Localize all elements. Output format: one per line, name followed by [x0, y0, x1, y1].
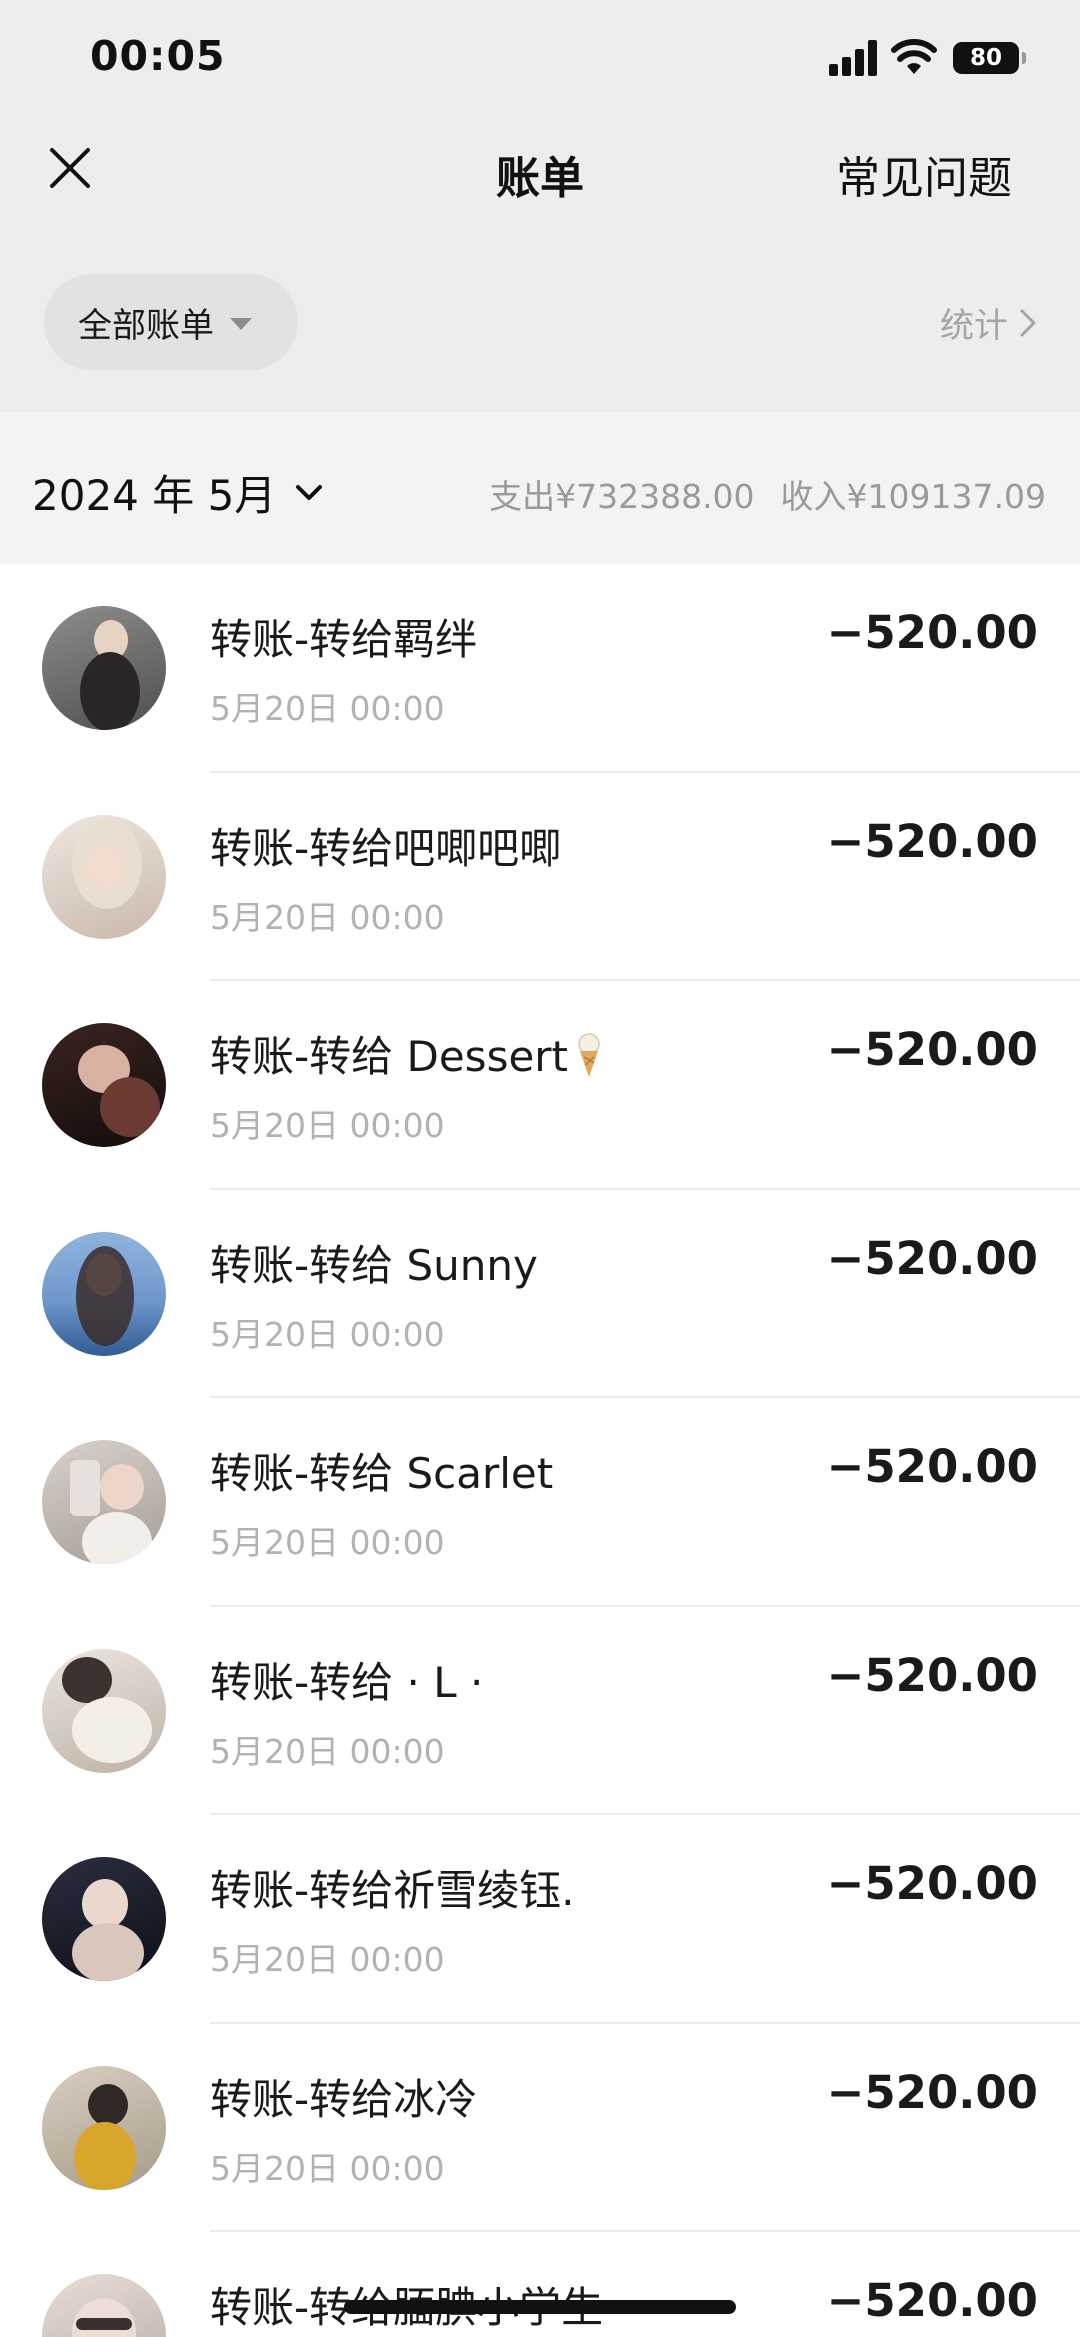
transaction-date: 5月20日 00:00: [210, 1940, 445, 1979]
avatar: [42, 1648, 166, 1773]
transaction-row[interactable]: 转账-转给腼腆小学生 −520.00: [0, 2232, 1080, 2337]
stats-label: 统计: [940, 306, 1008, 346]
transaction-amount: −520.00: [826, 1648, 1038, 1702]
transaction-amount: −520.00: [826, 1023, 1038, 1076]
transaction-title: 转账-转给羁绊: [210, 615, 478, 664]
month-summary: 支出¥732388.00 收入¥109137.09: [489, 470, 1046, 518]
transaction-date: 5月20日 00:00: [210, 2148, 445, 2188]
signal-icon: [829, 40, 877, 76]
battery-level: 80: [969, 45, 1002, 71]
transaction-row[interactable]: 转账-转给羁绊 5月20日 00:00 −520.00: [0, 564, 1080, 773]
transaction-row[interactable]: 转账-转给 Dessert 5月20日 00:00 −520.00: [0, 981, 1080, 1190]
transaction-date: 5月20日 00:00: [210, 689, 445, 728]
transaction-title-text: 转账-转给 Dessert: [210, 1032, 569, 1081]
avatar: [42, 1440, 166, 1564]
transaction-date: 5月20日 00:00: [210, 1106, 445, 1145]
expense-total: 支出¥732388.00: [489, 477, 755, 516]
avatar: [42, 1023, 166, 1147]
avatar: [42, 2065, 166, 2190]
transaction-amount: −520.00: [826, 1231, 1038, 1285]
faq-link[interactable]: 常见问题: [836, 142, 1012, 206]
chevron-down-icon: [296, 484, 323, 500]
month-label: 2024 年 5月: [32, 471, 277, 520]
month-bar: 2024 年 5月 支出¥732388.00 收入¥109137.09: [0, 412, 1080, 564]
transaction-title: 转账-转给 Sunny: [210, 1240, 538, 1290]
transaction-row[interactable]: 转账-转给 Sunny 5月20日 00:00 −520.00: [0, 1190, 1080, 1398]
transaction-amount: −520.00: [826, 1440, 1038, 1493]
transaction-title: 转账-转给 Scarlet: [210, 1449, 554, 1498]
status-time: 00:05: [90, 32, 226, 80]
avatar: [42, 1231, 166, 1356]
status-icons: 80: [829, 36, 1026, 82]
transaction-amount: −520.00: [826, 814, 1038, 868]
transaction-row[interactable]: 转账-转给吧唧吧唧 5月20日 00:00 −520.00: [0, 773, 1080, 981]
transaction-amount: −520.00: [826, 606, 1038, 659]
transaction-amount: −520.00: [826, 2065, 1038, 2119]
transaction-amount: −520.00: [826, 2274, 1038, 2327]
transaction-date: 5月20日 00:00: [210, 897, 445, 937]
income-total: 收入¥109137.09: [780, 477, 1046, 516]
avatar: [42, 814, 166, 939]
transaction-amount: −520.00: [826, 1857, 1038, 1910]
transaction-row[interactable]: 转账-转给 Scarlet 5月20日 00:00 −520.00: [0, 1398, 1080, 1607]
bill-filter-dropdown[interactable]: 全部账单: [44, 274, 298, 370]
avatar: [42, 606, 166, 730]
battery-icon: 80: [953, 42, 1026, 74]
transaction-title: 转账-转给 Dessert: [210, 1023, 602, 1084]
chevron-right-icon: [1020, 309, 1036, 336]
transaction-list: 转账-转给羁绊 5月20日 00:00 −520.00 转账-转给吧唧吧唧 5月…: [0, 564, 1080, 2337]
transaction-row[interactable]: 转账-转给祈雪绫钰. 5月20日 00:00 −520.00: [0, 1815, 1080, 2024]
home-indicator[interactable]: [344, 2300, 736, 2314]
stats-link[interactable]: 统计: [940, 298, 1038, 347]
transaction-title: 转账-转给祈雪绫钰.: [210, 1866, 575, 1915]
transaction-date: 5月20日 00:00: [210, 1523, 445, 1562]
filter-label: 全部账单: [78, 305, 214, 346]
transaction-row[interactable]: 转账-转给冰冷 5月20日 00:00 −520.00: [0, 2024, 1080, 2232]
wifi-icon: [891, 39, 937, 74]
avatar: [42, 2274, 166, 2337]
avatar: [42, 1857, 166, 1981]
month-selector[interactable]: 2024 年 5月: [32, 462, 324, 523]
transaction-date: 5月20日 00:00: [210, 1731, 445, 1771]
triangle-down-icon: [230, 318, 252, 330]
transaction-title: 转账-转给 · L ·: [210, 1657, 484, 1707]
transaction-row[interactable]: 转账-转给 · L · 5月20日 00:00 −520.00: [0, 1607, 1080, 1815]
top-area: 00:05 80 账单 常见问题 全部账单 统计: [0, 0, 1080, 412]
transaction-date: 5月20日 00:00: [210, 1314, 445, 1354]
transaction-title: 转账-转给冰冷: [210, 2074, 478, 2124]
ice-cream-icon: [578, 1033, 600, 1077]
transaction-title: 转账-转给吧唧吧唧: [210, 823, 562, 873]
